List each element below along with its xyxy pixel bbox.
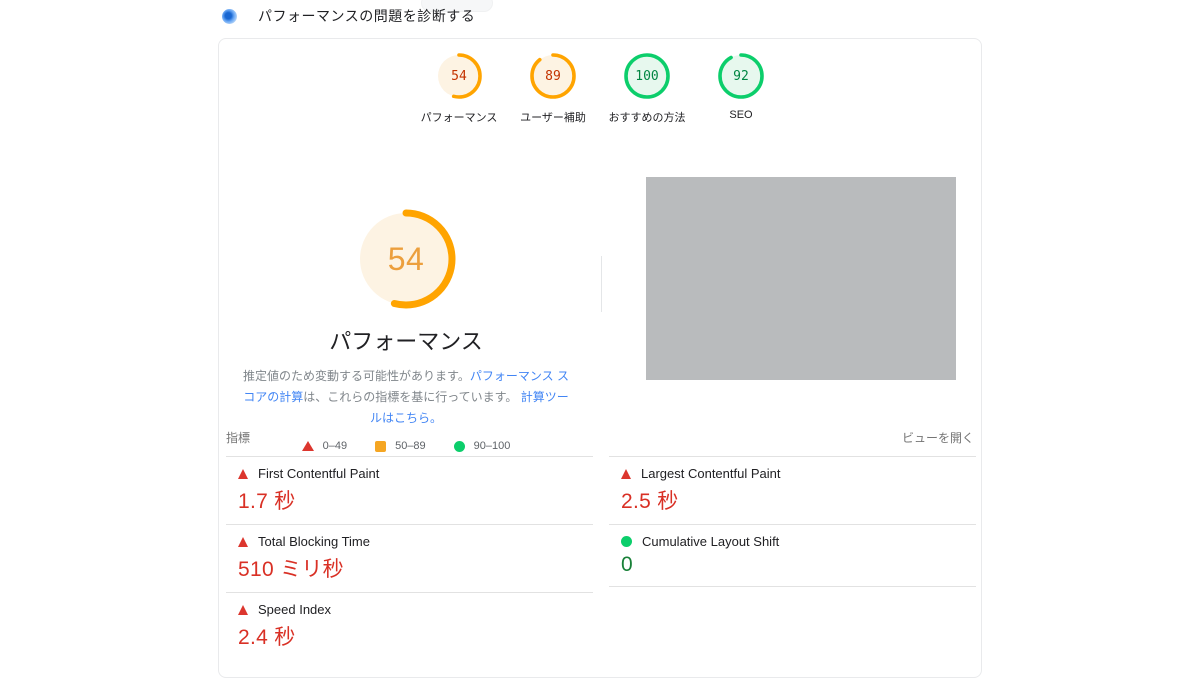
metric-name: Cumulative Layout Shift: [642, 534, 779, 549]
category-score-label: パフォーマンス: [421, 109, 498, 125]
lighthouse-report-card: 54 パフォーマンス 89 ユーザー補助 100 おすすめの方法 92 SEO 54 パフォー…: [218, 38, 982, 678]
category-score-seo[interactable]: 92 SEO: [694, 52, 788, 125]
metric-value: 510 ミリ秒: [238, 553, 593, 583]
category-score-best-practices[interactable]: 100 おすすめの方法: [600, 52, 694, 125]
category-score-value: 92: [717, 52, 765, 100]
fail-triangle-icon: [238, 605, 248, 615]
category-score-value: 89: [529, 52, 577, 100]
vertical-divider: [601, 256, 602, 312]
metric-name: Speed Index: [258, 602, 331, 617]
performance-score-section: 54 パフォーマンス 推定値のため変動する可能性があります。パフォーマンス スコ…: [219, 209, 593, 452]
metric-row: Total Blocking Time 510 ミリ秒: [226, 524, 593, 592]
page-screenshot-placeholder: [646, 177, 956, 380]
pass-circle-icon: [621, 536, 632, 547]
metrics-header: 指標 ビューを開く: [226, 429, 974, 446]
page-title: パフォーマンスの問題を診断する: [258, 6, 475, 26]
report-header: パフォーマンスの問題を診断する: [222, 6, 475, 26]
fail-triangle-icon: [621, 469, 631, 479]
metric-value: 1.7 秒: [238, 485, 593, 515]
category-score-label: ユーザー補助: [520, 109, 586, 125]
metric-value: 2.5 秒: [621, 485, 976, 515]
metric-name: Total Blocking Time: [258, 534, 370, 549]
metric-value: 2.4 秒: [238, 621, 593, 651]
metric-row: Cumulative Layout Shift 0: [609, 524, 976, 587]
gauge-ring-icon: 54: [435, 52, 483, 100]
open-view-button[interactable]: ビューを開く: [902, 429, 974, 446]
description-text-2: は、これらの指標を基に行っています。: [303, 390, 517, 404]
performance-score-value: 54: [356, 209, 456, 309]
performance-description: 推定値のため変動する可能性があります。パフォーマンス スコアの計算は、これらの指…: [239, 366, 573, 429]
metrics-label: 指標: [226, 429, 250, 446]
metrics-column-left: First Contentful Paint 1.7 秒 Total Blockin…: [226, 456, 593, 660]
gauge-ring-icon: 89: [529, 52, 577, 100]
metric-row: Speed Index 2.4 秒: [226, 592, 593, 660]
metric-name: First Contentful Paint: [258, 466, 379, 481]
category-score-label: おすすめの方法: [609, 109, 686, 125]
category-score-performance[interactable]: 54 パフォーマンス: [412, 52, 506, 125]
metrics-column-right: Largest Contentful Paint 2.5 秒 Cumulative …: [609, 456, 976, 660]
metric-row: First Contentful Paint 1.7 秒: [226, 456, 593, 524]
diagnose-performance-icon: [222, 9, 237, 24]
gauge-ring-icon: 100: [623, 52, 671, 100]
category-scores-row: 54 パフォーマンス 89 ユーザー補助 100 おすすめの方法 92 SEO: [219, 52, 981, 125]
performance-gauge: 54: [356, 209, 456, 309]
fail-triangle-icon: [238, 537, 248, 547]
metric-row: Largest Contentful Paint 2.5 秒: [609, 456, 976, 524]
description-text-1: 推定値のため変動する可能性があります。: [243, 369, 470, 383]
fail-triangle-icon: [238, 469, 248, 479]
category-score-label: SEO: [729, 109, 752, 121]
category-score-value: 100: [623, 52, 671, 100]
category-score-value: 54: [435, 52, 483, 100]
gauge-ring-icon: 92: [717, 52, 765, 100]
metric-name: Largest Contentful Paint: [641, 466, 780, 481]
performance-section-title: パフォーマンス: [329, 324, 483, 356]
metrics-grid: First Contentful Paint 1.7 秒 Total Blockin…: [226, 456, 976, 660]
category-score-accessibility[interactable]: 89 ユーザー補助: [506, 52, 600, 125]
metric-value: 0: [621, 553, 976, 577]
